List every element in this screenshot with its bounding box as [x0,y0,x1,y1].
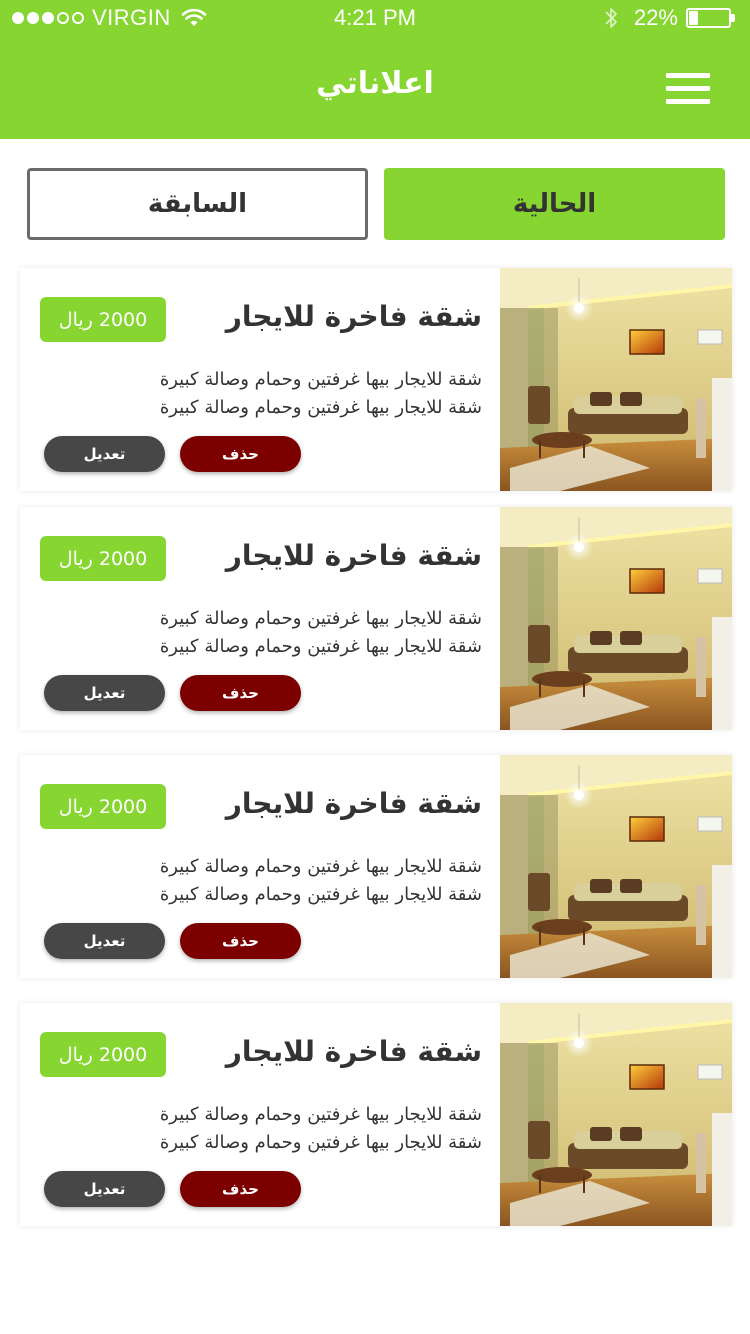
listing-image[interactable] [500,507,732,730]
listing-title: شقة فاخرة للايجار [225,787,482,820]
description-line: شقة للايجار بيها غرفتين وحمام وصالة كبير… [159,397,482,418]
description-line: شقة للايجار بيها غرفتين وحمام وصالة كبير… [159,1104,482,1125]
edit-button[interactable]: تعديل [44,436,165,472]
description-line: شقة للايجار بيها غرفتين وحمام وصالة كبير… [159,608,482,629]
price-badge: 2000 ريال [40,297,166,342]
battery-level [689,11,698,25]
listing-title: شقة فاخرة للايجار [225,300,482,333]
price-badge: 2000 ريال [40,1032,166,1077]
status-right: 22% [604,5,736,31]
listing-description: شقة للايجار بيها غرفتين وحمام وصالة كبير… [42,853,482,909]
listing-card[interactable]: شقة فاخرة للايجار 2000 ريال شقة للايجار … [20,507,732,730]
delete-button[interactable]: حذف [180,1171,301,1207]
price-badge: 2000 ريال [40,536,166,581]
edit-button[interactable]: تعديل [44,1171,165,1207]
page-title: اعلاناتي [316,66,434,101]
tab-current[interactable]: الحالية [384,168,725,240]
app-header: VIRGIN 4:21 PM 22% اعلاناتي [0,0,750,139]
status-bar: VIRGIN 4:21 PM 22% [0,0,750,36]
bluetooth-icon [605,8,617,28]
listing-title: شقة فاخرة للايجار [225,539,482,572]
listing-description: شقة للايجار بيها غرفتين وحمام وصالة كبير… [42,1101,482,1157]
listing-card[interactable]: شقة فاخرة للايجار 2000 ريال شقة للايجار … [20,1003,732,1226]
listing-card[interactable]: شقة فاخرة للايجار 2000 ريال شقة للايجار … [20,268,732,491]
listing-description: شقة للايجار بيها غرفتين وحمام وصالة كبير… [42,605,482,661]
apartment-photo [500,1003,732,1226]
listing-description: شقة للايجار بيها غرفتين وحمام وصالة كبير… [42,366,482,422]
description-line: شقة للايجار بيها غرفتين وحمام وصالة كبير… [159,636,482,657]
battery-percent: 22% [633,5,678,30]
listing-title: شقة فاخرة للايجار [225,1035,482,1068]
edit-button[interactable]: تعديل [44,923,165,959]
description-line: شقة للايجار بيها غرفتين وحمام وصالة كبير… [159,1132,482,1153]
apartment-photo [500,268,732,491]
edit-button[interactable]: تعديل [44,675,165,711]
apartment-photo [500,755,732,978]
battery-icon [686,8,736,28]
listing-image[interactable] [500,268,732,491]
description-line: شقة للايجار بيها غرفتين وحمام وصالة كبير… [159,884,482,905]
listing-image[interactable] [500,755,732,978]
listing-card[interactable]: شقة فاخرة للايجار 2000 ريال شقة للايجار … [20,755,732,978]
price-badge: 2000 ريال [40,784,166,829]
tab-previous[interactable]: السابقة [27,168,368,240]
description-line: شقة للايجار بيها غرفتين وحمام وصالة كبير… [159,856,482,877]
apartment-photo [500,507,732,730]
battery-tip [731,14,735,22]
listing-image[interactable] [500,1003,732,1226]
description-line: شقة للايجار بيها غرفتين وحمام وصالة كبير… [159,369,482,390]
delete-button[interactable]: حذف [180,436,301,472]
delete-button[interactable]: حذف [180,923,301,959]
delete-button[interactable]: حذف [180,675,301,711]
